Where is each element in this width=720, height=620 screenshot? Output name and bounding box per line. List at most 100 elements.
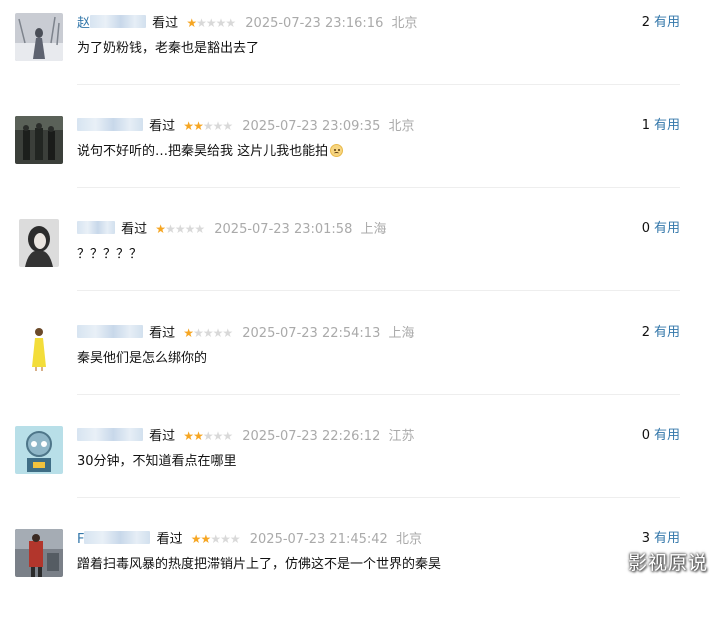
- star-empty-icon: ★: [212, 326, 224, 340]
- star-empty-icon: ★: [212, 119, 224, 133]
- comment-meta: F 看过 ★★★★★ 2025-07-23 21:45:42 北京: [77, 530, 422, 549]
- star-empty-icon: ★: [194, 222, 205, 236]
- comment-text: 为了奶粉钱，老秦也是豁出去了: [77, 41, 260, 56]
- star-empty-icon: ★: [202, 119, 214, 133]
- rating-stars: ★★★★★: [190, 530, 241, 548]
- useful-button[interactable]: 有用: [654, 221, 680, 236]
- star-filled-icon: ★: [190, 532, 202, 546]
- divider: [77, 497, 680, 498]
- useful-button[interactable]: 有用: [654, 428, 680, 443]
- username-mask: [77, 325, 143, 338]
- star-empty-icon: ★: [222, 429, 233, 443]
- user-avatar[interactable]: [19, 219, 59, 267]
- comment-location: 北京: [395, 532, 422, 547]
- comment-meta: 看过 ★★★★★ 2025-07-23 22:26:12 江苏: [77, 427, 415, 446]
- rating-stars: ★★★★★: [183, 117, 233, 135]
- watched-label: 看过: [149, 429, 176, 444]
- rating-stars: ★★★★★: [183, 427, 233, 445]
- star-filled-icon: ★: [200, 532, 212, 546]
- star-empty-icon: ★: [174, 222, 186, 236]
- username[interactable]: 赵: [77, 16, 90, 31]
- divider: [77, 84, 680, 85]
- comment-time: 2025-07-23 22:54:13: [242, 326, 381, 341]
- star-empty-icon: ★: [202, 326, 214, 340]
- comment-text: 说句不好听的…把秦昊给我 这片儿我也能拍: [77, 143, 344, 161]
- watched-label: 看过: [149, 119, 176, 134]
- star-filled-icon: ★: [186, 16, 197, 30]
- user-avatar[interactable]: [15, 426, 63, 474]
- comment-time: 2025-07-23 23:16:16: [245, 16, 384, 31]
- star-empty-icon: ★: [196, 16, 207, 30]
- watched-label: 看过: [121, 222, 148, 237]
- divider: [77, 187, 680, 188]
- comment-meta: 看过 ★★★★★ 2025-07-23 23:01:58 上海: [77, 220, 387, 239]
- useful-button[interactable]: 有用: [654, 15, 680, 30]
- star-filled-icon: ★: [183, 326, 194, 340]
- vote-count: 1: [641, 118, 650, 133]
- star-empty-icon: ★: [210, 532, 221, 546]
- username-mask: [84, 531, 151, 544]
- comment-text-content: 说句不好听的…把秦昊给我 这片儿我也能拍: [77, 144, 329, 159]
- comment-text: ？？？？？: [77, 247, 143, 262]
- rating-stars: ★★★★★: [155, 220, 205, 238]
- useful-button[interactable]: 有用: [654, 531, 680, 546]
- useful-button[interactable]: 有用: [654, 118, 680, 133]
- watermark: 影视原说: [627, 552, 708, 574]
- comment-location: 北京: [391, 16, 418, 31]
- vote-area: 2 有用: [642, 14, 680, 32]
- star-empty-icon: ★: [225, 16, 236, 30]
- vote-area: 0 有用: [642, 220, 680, 238]
- star-empty-icon: ★: [220, 532, 231, 546]
- star-empty-icon: ★: [205, 16, 217, 30]
- star-empty-icon: ★: [222, 326, 233, 340]
- watched-label: 看过: [152, 16, 179, 31]
- vote-count: 2: [641, 15, 650, 30]
- star-empty-icon: ★: [212, 429, 224, 443]
- user-avatar[interactable]: [15, 116, 63, 164]
- comment-item: 赵 看过 ★★★★★ 2025-07-23 23:16:16 北京 2 有用 为了…: [0, 0, 680, 104]
- comment-time: 2025-07-23 23:01:58: [214, 222, 353, 237]
- comment-time: 2025-07-23 23:09:35: [242, 119, 381, 134]
- comment-item: 看过 ★★★★★ 2025-07-23 22:54:13 上海 2 有用 秦昊他们…: [0, 310, 680, 414]
- comment-meta: 赵 看过 ★★★★★ 2025-07-23 23:16:16 北京: [77, 14, 418, 33]
- username-mask: [90, 15, 147, 28]
- comment-meta: 看过 ★★★★★ 2025-07-23 22:54:13 上海: [77, 324, 415, 343]
- star-empty-icon: ★: [165, 222, 176, 236]
- vote-count: 0: [641, 428, 650, 443]
- vote-area: 2 有用: [642, 324, 680, 342]
- rating-stars: ★★★★★: [183, 324, 233, 342]
- divider: [77, 394, 680, 395]
- comment-item: F 看过 ★★★★★ 2025-07-23 21:45:42 北京 3 有用 蹭着…: [0, 516, 680, 620]
- rating-stars: ★★★★★: [186, 14, 236, 32]
- vote-count: 2: [641, 325, 650, 340]
- star-filled-icon: ★: [183, 119, 194, 133]
- comment-location: 上海: [388, 326, 415, 341]
- useful-button[interactable]: 有用: [654, 325, 680, 340]
- user-avatar[interactable]: [15, 529, 63, 577]
- comment-location: 上海: [360, 222, 387, 237]
- star-empty-icon: ★: [184, 222, 196, 236]
- star-filled-icon: ★: [155, 222, 166, 236]
- vote-count: 3: [641, 531, 650, 546]
- vote-area: 0 有用: [642, 427, 680, 445]
- vote-count: 0: [641, 221, 650, 236]
- comment-location: 江苏: [388, 429, 415, 444]
- star-empty-icon: ★: [222, 119, 233, 133]
- comment-item: 看过 ★★★★★ 2025-07-23 23:01:58 上海 0 有用 ？？？？…: [0, 206, 680, 310]
- username-mask: [77, 428, 143, 441]
- comment-time: 2025-07-23 21:45:42: [249, 532, 388, 547]
- comment-time: 2025-07-23 22:26:12: [242, 429, 381, 444]
- user-avatar[interactable]: [15, 13, 63, 61]
- user-avatar[interactable]: [15, 323, 63, 371]
- comment-text: 秦昊他们是怎么绑你的: [77, 351, 208, 366]
- star-filled-icon: ★: [193, 429, 204, 443]
- vote-area: 3 有用: [642, 530, 680, 548]
- star-empty-icon: ★: [229, 532, 241, 546]
- username-mask: [77, 221, 115, 234]
- divider: [77, 290, 680, 291]
- comment-location: 北京: [388, 119, 415, 134]
- comment-text: 蹭着扫毒风暴的热度把滞销片上了，仿佛这不是一个世界的秦昊: [77, 557, 442, 572]
- star-filled-icon: ★: [183, 429, 194, 443]
- username[interactable]: F: [77, 532, 84, 547]
- vote-area: 1 有用: [642, 117, 680, 135]
